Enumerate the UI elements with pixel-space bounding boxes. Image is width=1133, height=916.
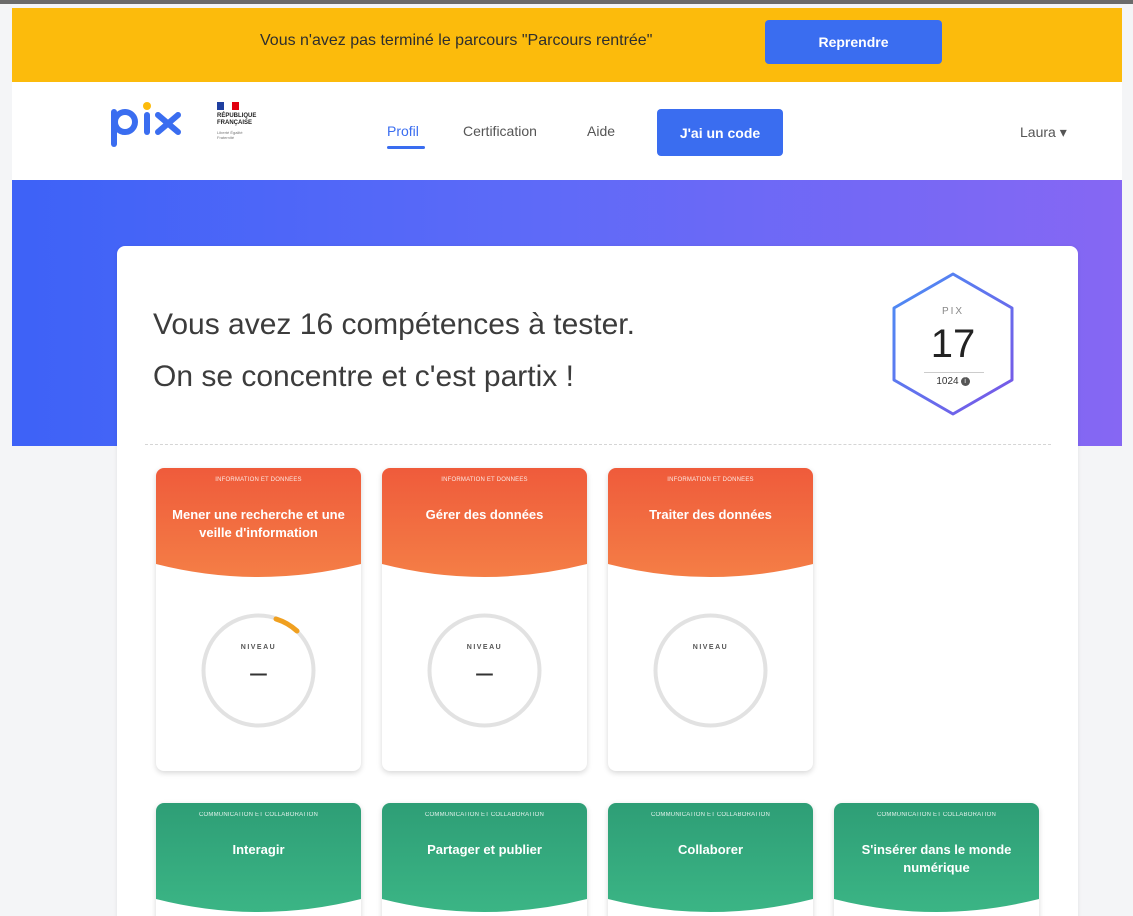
pix-logo[interactable] <box>108 98 188 148</box>
level-value: – <box>476 656 493 689</box>
competence-domain: COMMUNICATION ET COLLABORATION <box>424 812 544 818</box>
pix-score-badge: PIX 17 1024 i <box>888 270 1018 418</box>
republique-francaise-logo: RÉPUBLIQUE FRANÇAISE Liberté Égalité Fra… <box>217 102 287 162</box>
top-navigation: RÉPUBLIQUE FRANÇAISE Liberté Égalité Fra… <box>12 82 1122 180</box>
intro-line-1: Vous avez 16 compétences à tester. <box>153 308 635 341</box>
card-header-shape <box>608 803 813 912</box>
level-gauge: NIVEAU – <box>200 612 317 729</box>
nav-profil[interactable]: Profil <box>387 123 419 139</box>
card-header-shape <box>608 468 813 577</box>
enter-code-button[interactable]: J'ai un code <box>657 109 783 156</box>
section-divider <box>145 444 1051 445</box>
competence-domain: INFORMATION ET DONNÉES <box>441 477 528 483</box>
competence-card[interactable]: COMMUNICATION ET COLLABORATION Collabore… <box>608 803 813 916</box>
competence-card[interactable]: COMMUNICATION ET COLLABORATION Interagir <box>156 803 361 916</box>
user-menu[interactable]: Laura ▾ <box>1020 124 1067 141</box>
info-icon[interactable]: i <box>960 376 970 386</box>
republique-line2: FRANÇAISE <box>217 120 253 126</box>
republique-line1: RÉPUBLIQUE <box>217 113 257 119</box>
score-value: 17 <box>930 322 976 366</box>
competence-domain: COMMUNICATION ET COLLABORATION <box>876 812 996 818</box>
resume-button[interactable]: Reprendre <box>765 20 942 64</box>
niveau-label: NIVEAU <box>240 644 277 651</box>
niveau-label: NIVEAU <box>466 644 503 651</box>
competence-title: Collaborer <box>677 842 743 857</box>
page: Vous n'avez pas terminé le parcours "Par… <box>0 0 1133 916</box>
competence-card[interactable]: COMMUNICATION ET COLLABORATION Partager … <box>382 803 587 916</box>
competence-title: Interagir <box>232 842 285 857</box>
competence-title: Partager et publier <box>427 842 542 857</box>
nav-active-indicator <box>387 146 425 149</box>
score-label: PIX <box>941 306 965 317</box>
competence-card[interactable]: COMMUNICATION ET COLLABORATION S'insérer… <box>834 803 1039 916</box>
competence-domain: INFORMATION ET DONNÉES <box>667 477 754 483</box>
intro-line-2: On se concentre et c'est partix ! <box>153 360 574 393</box>
competence-domain: COMMUNICATION ET COLLABORATION <box>198 812 318 818</box>
competence-card[interactable]: INFORMATION ET DONNÉES Traiter des donné… <box>608 468 813 771</box>
level-gauge: NIVEAU <box>652 612 769 729</box>
nav-aide[interactable]: Aide <box>587 123 615 139</box>
competence-title: Gérer des données <box>425 507 544 522</box>
score-max: 1024 <box>936 376 959 387</box>
republique-motto: Liberté Égalité Fraternité <box>217 130 243 140</box>
competence-domain: COMMUNICATION ET COLLABORATION <box>650 812 770 818</box>
competence-card[interactable]: INFORMATION ET DONNÉES Mener une recherc… <box>156 468 361 771</box>
card-header-shape <box>382 803 587 912</box>
level-gauge: NIVEAU – <box>426 612 543 729</box>
level-value: – <box>250 656 267 689</box>
french-flag-icon <box>217 102 239 110</box>
competence-title: S'insérer dans le monde numérique <box>861 842 1012 875</box>
nav-certification[interactable]: Certification <box>463 123 537 139</box>
banner-message: Vous n'avez pas terminé le parcours "Par… <box>260 32 653 49</box>
competence-domain: INFORMATION ET DONNÉES <box>215 477 302 483</box>
card-header-shape <box>156 803 361 912</box>
resume-banner: Vous n'avez pas terminé le parcours "Par… <box>12 8 1122 82</box>
niveau-label: NIVEAU <box>692 644 729 651</box>
score-divider <box>924 372 984 373</box>
competence-card[interactable]: INFORMATION ET DONNÉES Gérer des données… <box>382 468 587 771</box>
window-top-rule <box>0 0 1133 4</box>
competence-title: Mener une recherche et une veille d'info… <box>172 507 345 540</box>
card-header-shape <box>382 468 587 577</box>
competence-title: Traiter des données <box>649 507 772 522</box>
